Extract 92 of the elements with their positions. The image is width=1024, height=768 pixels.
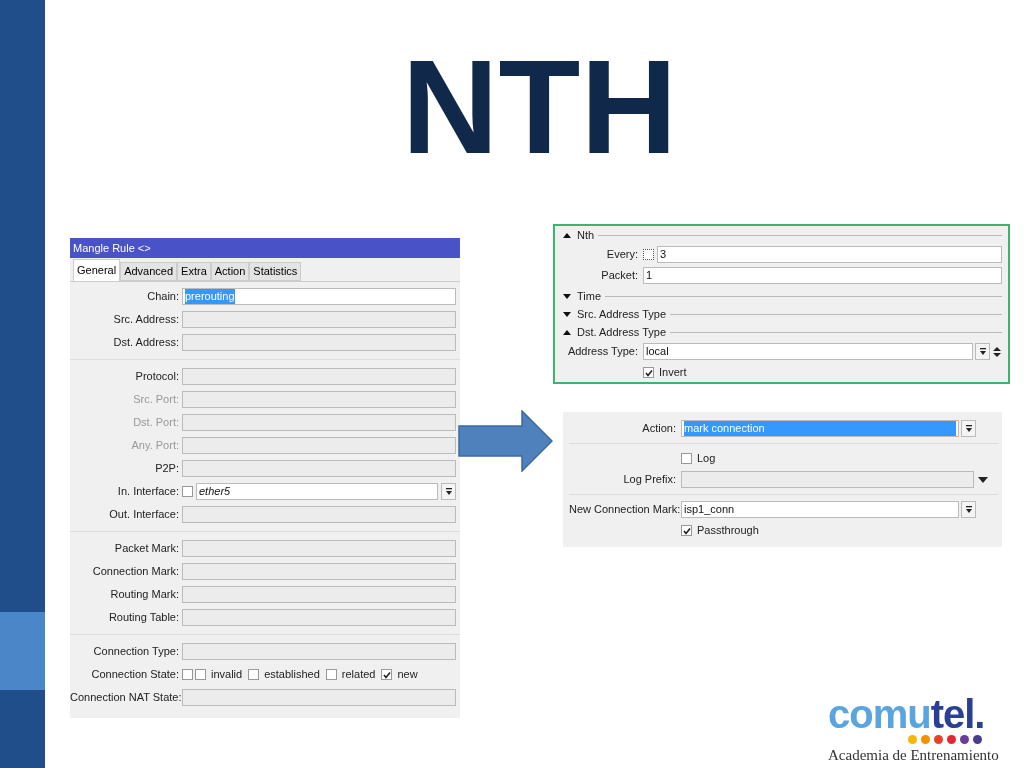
collapse-icon[interactable] [561,328,573,336]
tab[interactable]: General [73,259,121,281]
logo-subtitle: Academia de Entrenamiento [828,745,999,765]
field-label: Action: [641,421,677,437]
expand-icon[interactable] [561,310,573,318]
input-field[interactable]: local [643,343,973,360]
checkmark-icon [644,368,653,377]
input-field[interactable] [182,368,456,385]
section-title[interactable]: Dst. Address Type [577,323,667,341]
checkbox[interactable] [681,453,692,464]
input-field[interactable] [182,643,456,660]
input-field[interactable] [182,586,456,603]
expand-icon[interactable] [561,292,573,300]
input-field[interactable] [182,391,456,408]
field-label: Log Prefix: [622,472,677,488]
field-label: In. Interface: [116,484,180,500]
field-label: Connection Type: [92,644,180,660]
checkbox[interactable] [195,669,206,680]
checkbox[interactable] [643,367,654,378]
spinner-icon[interactable] [992,345,1002,358]
checkbox[interactable] [325,669,337,680]
checkmark-icon [682,526,691,535]
field-label: Out. Interface: [108,507,180,523]
caret-icon[interactable] [978,476,988,483]
logo-wordmark-part: tel. [930,693,985,734]
field-label: Packet: [600,268,639,284]
caret-icon [978,347,987,356]
section-title[interactable]: Src. Address Type [577,305,667,323]
checkbox[interactable] [182,669,193,680]
input-field[interactable] [182,414,456,431]
field-label: New Connection Mark: [569,502,681,518]
input-field[interactable] [182,334,456,351]
field-label: Routing Mark: [109,587,180,603]
checkbox-label: Log [697,451,716,467]
input-field[interactable] [681,471,974,488]
arrow-icon [458,410,553,472]
field-label: Src. Port: [132,392,180,408]
dropdown-button[interactable] [961,501,976,518]
dropdown-button[interactable] [961,420,976,437]
field-label: Every: [605,247,639,263]
tab[interactable]: Statistics [249,262,302,281]
checkbox-label: Invert [659,365,687,381]
checkbox[interactable] [182,486,193,497]
input-field[interactable] [182,311,456,328]
section-title[interactable]: Time [577,287,602,305]
tab[interactable]: Advanced [120,262,178,281]
input-field[interactable] [182,540,456,557]
input-field[interactable] [182,563,456,580]
option-label: related [341,667,376,683]
field-label: P2P: [154,461,180,477]
collapse-icon[interactable] [561,231,573,239]
field-label: Src. Address: [112,312,180,328]
checkbox[interactable] [248,669,260,680]
checkbox-label: Passthrough [697,523,759,539]
option-label: new [397,667,418,683]
tab[interactable]: Action [210,262,250,281]
input-field[interactable] [182,460,456,477]
field-label: Connection Mark: [91,564,180,580]
input-field[interactable]: 1 [643,267,1002,284]
field-label: Address Type: [566,344,639,360]
input-field[interactable]: ether5 [196,483,438,500]
checkbox[interactable] [681,525,692,536]
input-field[interactable]: isp1_conn [681,501,959,518]
section-title[interactable]: Nth [577,226,595,244]
caret-icon [444,487,453,496]
field-label: Routing Table: [107,610,180,626]
option-label: invalid [211,667,243,683]
checkbox[interactable] [381,669,393,680]
field-label: Packet Mark: [113,541,180,557]
input-field[interactable]: 3 [657,246,1002,263]
tab[interactable]: Extra [177,262,211,281]
field-label: Chain: [146,289,180,305]
input-field[interactable] [182,437,456,454]
caret-icon [964,424,973,433]
checkmark-icon [383,670,391,679]
dropdown-button[interactable] [441,483,456,500]
checkbox[interactable] [643,249,654,260]
slide-title: NTH [401,40,678,174]
window-title: Mangle Rule <> [70,238,460,258]
field-label: Any. Port: [130,438,180,454]
dropdown-button[interactable] [975,343,990,360]
field-label: Connection NAT State: [70,690,182,706]
logo-wordmark-part: comu [828,693,931,734]
input-field[interactable] [182,506,456,523]
input-field[interactable] [182,609,456,626]
input-field[interactable] [182,689,456,706]
field-label: Dst. Port: [132,415,180,431]
field-label: Connection State: [90,667,180,683]
option-label: established [264,667,320,683]
caret-icon [964,505,973,514]
field-label: Dst. Address: [112,335,180,351]
field-label: Protocol: [134,369,180,385]
